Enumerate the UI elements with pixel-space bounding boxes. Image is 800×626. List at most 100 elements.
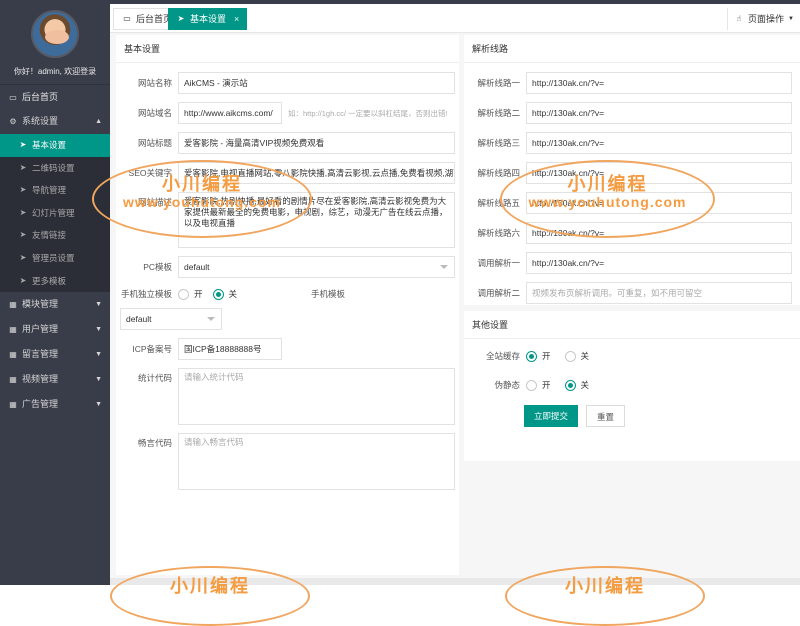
sidebar-item-links[interactable]: ➤ 友情链接 <box>0 224 110 247</box>
label: 统计代码 <box>137 373 172 383</box>
main-content: 基本设置 网站名称 AikCMS - 演示站 网站域名 http://www.a… <box>110 33 800 578</box>
changyan-textarea[interactable]: 请输入畅言代码 <box>178 433 455 490</box>
ad-icon: ▦ <box>9 400 17 410</box>
desc-textarea[interactable]: 爱客影院,热剧快播,最好看的剧情片尽在爱客影院,高清云影视免费为大家提供最新最全… <box>178 192 455 248</box>
site-name-input[interactable]: AikCMS - 演示站 <box>178 72 455 94</box>
label: 解析线路五 <box>477 198 520 208</box>
sidebar-item-slides[interactable]: ➤ 幻灯片管理 <box>0 202 110 225</box>
bottom-scrollbar[interactable] <box>110 578 800 585</box>
tab-basic-settings[interactable]: ➤ 基本设置 × <box>168 8 248 30</box>
send-icon: ➤ <box>19 275 27 285</box>
sidebar-item-nav[interactable]: ➤ 导航管理 <box>0 179 110 202</box>
sidebar-item-messages[interactable]: ▦ 留言管理 ▼ <box>0 342 110 367</box>
send-icon: ➤ <box>177 14 185 23</box>
close-icon[interactable]: × <box>234 8 239 30</box>
label: 网站标题 <box>137 138 172 148</box>
parse-line-4: 解析线路四 http://130ak.cn/?v= <box>464 162 792 184</box>
sidebar-item-videos[interactable]: ▦ 视频管理 ▼ <box>0 367 110 392</box>
label: 解析线路二 <box>477 108 520 118</box>
submit-button[interactable]: 立即提交 <box>524 405 579 427</box>
pseudo-off-radio[interactable]: 关 <box>564 379 589 391</box>
sidebar-item-users[interactable]: ▦ 用户管理 ▼ <box>0 317 110 342</box>
send-icon: ➤ <box>19 140 27 149</box>
panel-title: 其他设置 <box>464 311 800 339</box>
label: 伪静态 <box>494 380 520 390</box>
mobile-on-radio[interactable]: 开 <box>178 288 203 300</box>
parse-line-input[interactable]: http://130ak.cn/?v= <box>526 132 792 154</box>
call-line-2-input[interactable]: 视频发布页解析调用。可重复，如不用可留空 <box>526 282 792 304</box>
field-site-name: 网站名称 AikCMS - 演示站 <box>116 72 455 94</box>
label: 解析线路六 <box>477 228 520 238</box>
pc-template-select[interactable]: default <box>178 256 455 278</box>
field-site-title: 网站标题 爱客影院 - 海量高清VIP视频免费观看 <box>116 132 455 154</box>
parse-line-2: 解析线路二 http://130ak.cn/?v= <box>464 102 792 124</box>
sidebar-item-qrcode[interactable]: ➤ 二维码设置 <box>0 157 110 180</box>
top-stripe <box>110 0 800 4</box>
label: 调用解析一 <box>477 258 520 268</box>
grid-icon: ▦ <box>9 300 17 310</box>
sidebar-item-system[interactable]: ⚙ 系统设置 ▲ <box>0 109 110 134</box>
parse-line-input[interactable]: http://130ak.cn/?v= <box>526 192 792 214</box>
mobile-template-label: 手机模板 <box>311 289 346 299</box>
domain-hint: 如：http://1gh.cc/ 一定要以斜杠结尾，否则出错! <box>288 108 448 118</box>
pseudo-on-radio[interactable]: 开 <box>526 379 551 391</box>
call-line-2: 调用解析二 视频发布页解析调用。可重复，如不用可留空 <box>464 282 792 304</box>
chevron-down-icon: ▼ <box>95 326 102 334</box>
chevron-down-icon <box>440 265 448 269</box>
chevron-up-icon: ▲ <box>95 118 102 125</box>
sidebar-item-ads[interactable]: ▦ 广告管理 ▼ <box>0 392 110 417</box>
domain-input[interactable]: http://www.aikcms.com/ <box>178 102 282 124</box>
page-operations-button[interactable]: ☝ 页面操作 ▼ <box>727 8 800 30</box>
stat-textarea[interactable]: 请输入统计代码 <box>178 368 455 425</box>
label: 手机独立模板 <box>120 289 172 299</box>
sidebar-item-admins[interactable]: ➤ 管理员设置 <box>0 247 110 270</box>
cache-off-radio[interactable]: 关 <box>564 350 589 362</box>
radio-circle-checked <box>212 288 224 300</box>
avatar[interactable] <box>31 10 79 58</box>
parse-line-input[interactable]: http://130ak.cn/?v= <box>526 222 792 244</box>
cache-on-radio[interactable]: 开 <box>526 350 551 362</box>
send-icon: ➤ <box>19 230 27 240</box>
label: 网站域名 <box>137 108 172 118</box>
parse-line-input[interactable]: http://130ak.cn/?v= <box>526 102 792 124</box>
monitor-icon: ▭ <box>123 14 131 23</box>
send-icon: ➤ <box>19 162 27 172</box>
parse-line-input[interactable]: http://130ak.cn/?v= <box>526 72 792 94</box>
parse-line-6: 解析线路六 http://130ak.cn/?v= <box>464 222 792 244</box>
sidebar-item-home[interactable]: ▭ 后台首页 <box>0 84 110 109</box>
radio-circle <box>526 379 537 391</box>
gear-icon: ⚙ <box>9 117 17 126</box>
site-title-input[interactable]: 爱客影院 - 海量高清VIP视频免费观看 <box>178 132 455 154</box>
user-icon: ▦ <box>9 325 17 335</box>
field-mobile: 手机独立模板 开 关 手机模板 <box>116 288 345 300</box>
icp-input[interactable]: 国ICP备18888888号 <box>178 338 282 360</box>
call-line-input[interactable]: http://130ak.cn/?v= <box>526 252 792 274</box>
label: 网站名称 <box>137 78 172 88</box>
parse-line-input[interactable]: http://130ak.cn/?v= <box>526 162 792 184</box>
parse-line-1: 解析线路一 http://130ak.cn/?v= <box>464 72 792 94</box>
hand-pointer-icon: ☝ <box>736 14 742 23</box>
chevron-down-icon: ▼ <box>95 401 102 409</box>
mobile-template-select[interactable]: default <box>120 308 222 330</box>
label: PC模板 <box>143 262 172 272</box>
field-cache: 全站缓存 开 关 <box>464 350 599 362</box>
field-stat: 统计代码 请输入统计代码 <box>116 368 455 425</box>
seo-input[interactable]: 爱客影院,电视直播网站,零八影院快播,高清云影视,云点播,免费看视频,湖南卫视 <box>178 162 455 184</box>
chevron-down-icon: ▼ <box>95 351 102 359</box>
label: 解析线路一 <box>477 78 520 88</box>
label: 网站描述 <box>137 197 172 207</box>
sidebar-item-basic[interactable]: ➤ 基本设置 <box>0 134 110 157</box>
radio-circle <box>178 288 189 300</box>
sidebar-item-templates[interactable]: ➤ 更多模板 <box>0 270 110 293</box>
send-icon: ➤ <box>19 207 27 217</box>
greeting: 你好！admin, 欢迎登录 <box>13 67 97 76</box>
reset-button[interactable]: 重置 <box>586 405 626 427</box>
mobile-off-radio[interactable]: 关 <box>212 288 237 300</box>
form-actions: 立即提交 重置 <box>524 405 626 427</box>
field-domain: 网站域名 http://www.aikcms.com/ 如：http://1gh… <box>116 102 448 124</box>
video-icon: ▦ <box>9 375 17 385</box>
message-icon: ▦ <box>9 350 17 360</box>
call-line-1: 调用解析一 http://130ak.cn/?v= <box>464 252 792 274</box>
sidebar-item-modules[interactable]: ▦ 模块管理 ▼ <box>0 292 110 317</box>
label: 畅言代码 <box>137 438 172 448</box>
